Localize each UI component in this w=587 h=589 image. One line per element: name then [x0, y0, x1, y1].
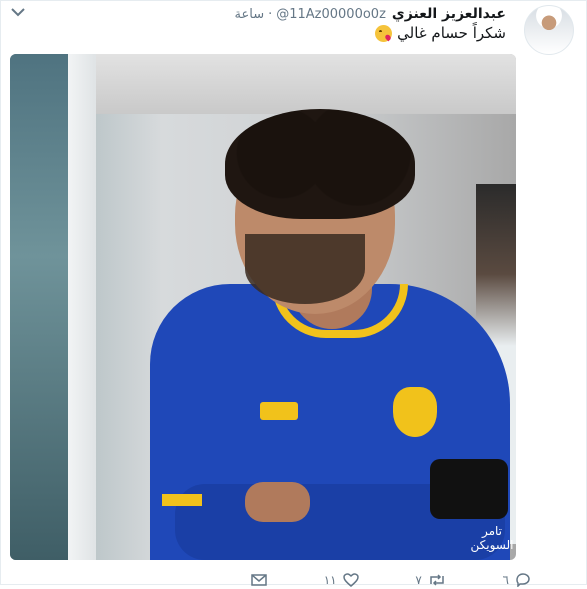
tweet-card[interactable]: عبدالعزيز العنزي @11Az00000o0z · ساعة شك…	[0, 0, 587, 587]
face-blowing-kiss-icon	[375, 24, 393, 42]
tweet-text-body: شكراً حسام غالي	[397, 24, 506, 42]
photo-ceiling	[96, 54, 516, 114]
player-beard	[245, 234, 365, 304]
club-crest-icon	[390, 384, 440, 440]
player-hand	[245, 482, 310, 522]
photo-pillar	[68, 54, 96, 560]
avatar[interactable]	[524, 5, 574, 55]
tweet-timestamp[interactable]: ساعة	[235, 7, 265, 22]
chevron-down-icon[interactable]	[11, 7, 27, 19]
tweet-actions: ١١ ٧ ٦	[251, 571, 531, 589]
tweet-header: عبدالعزيز العنزي @11Az00000o0z · ساعة	[235, 6, 507, 22]
sponsor-logo-icon	[260, 402, 298, 420]
player-hair	[225, 109, 415, 219]
retweet-icon	[430, 574, 444, 586]
photo-background	[10, 54, 70, 560]
envelope-icon	[251, 574, 267, 586]
message-button[interactable]	[251, 574, 267, 586]
separator-dot: ·	[268, 7, 273, 22]
photo-watermark: تامر السويكن	[470, 524, 514, 552]
author-name[interactable]: عبدالعزيز العنزي	[392, 6, 506, 22]
captain-armband	[430, 459, 508, 519]
sleeve-stripe	[162, 494, 202, 506]
author-handle[interactable]: @11Az00000o0z	[276, 7, 386, 22]
tweet-text: شكراً حسام غالي	[375, 24, 506, 42]
tweet-photo[interactable]: تامر السويكن	[10, 54, 516, 560]
